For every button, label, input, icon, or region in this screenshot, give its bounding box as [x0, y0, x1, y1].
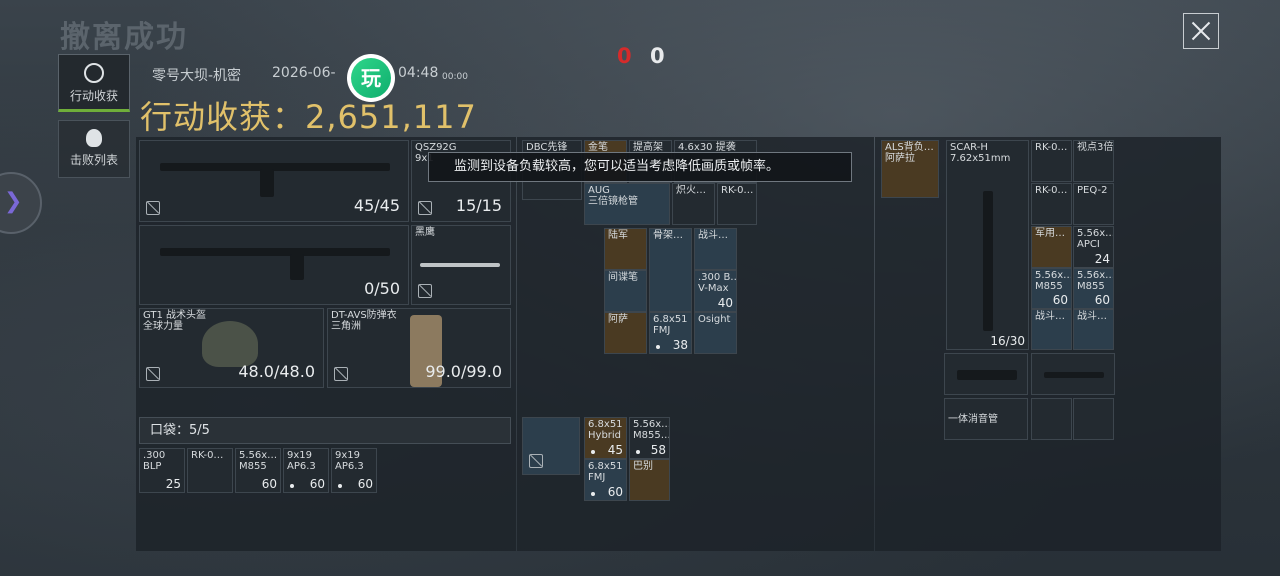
bag-item[interactable]: 5.56x… M855… 58 — [629, 417, 670, 459]
attachment-item[interactable]: 5.56x… APCI 24 — [1073, 226, 1114, 268]
attachment-item[interactable]: 5.56x… M855 60 — [1031, 268, 1072, 309]
chest-item[interactable]: 6.8x51 FMJ 38 — [649, 312, 692, 354]
attachment-item[interactable]: 战斗… — [1073, 309, 1114, 350]
chest-item[interactable]: 炽火… — [672, 183, 715, 225]
earnings-total: 行动收获：2,651,117 — [140, 98, 477, 136]
attachment-item[interactable]: PEQ-2 — [1073, 183, 1114, 225]
rail-item[interactable] — [1031, 353, 1115, 395]
helmet-slot[interactable]: GT1 战术头盔 全球力量 48.0/48.0 — [139, 308, 324, 388]
suppressor-item[interactable]: 一体消音管 — [944, 398, 1028, 440]
time-text: 04:48 — [398, 65, 439, 81]
pocket-item[interactable]: 9x19 AP6.3 60 — [283, 448, 329, 493]
close-button[interactable] — [1183, 13, 1219, 49]
tab-label: 击败列表 — [69, 153, 118, 167]
chest-item[interactable]: AUG 三倍镜枪管 — [584, 183, 670, 225]
duration-text: 00:00 — [442, 72, 468, 82]
melee-slot[interactable]: 黑鹰 — [411, 225, 511, 305]
chest-item[interactable]: .300 B… V-Max40 — [694, 270, 737, 312]
chest-item[interactable]: Osight — [694, 312, 737, 354]
backpack-slot[interactable]: ALS背负… 阿萨拉 — [881, 140, 939, 198]
secondary-weapon-slot[interactable]: 0/50 — [139, 225, 409, 305]
pocket-item[interactable]: .300 BLP 25 — [139, 448, 185, 493]
chevron-icon: ❯ — [4, 189, 23, 214]
chest-item[interactable]: 间谍笔 — [604, 270, 647, 312]
map-name: 零号大坝-机密 — [152, 68, 242, 84]
chest-item[interactable]: RK-0… — [717, 183, 757, 225]
pocket-header: 口袋：5/5 — [139, 417, 511, 444]
scar-h-slot[interactable]: SCAR-H 7.62x51mm 16/30 — [946, 140, 1029, 350]
attachment-item[interactable]: 5.56x… M855 60 — [1073, 268, 1114, 309]
lock-icon — [146, 367, 160, 381]
chest-item[interactable]: 陆军 — [604, 228, 647, 270]
magazine-item[interactable] — [944, 353, 1028, 395]
pocket-item[interactable]: 5.56x… M855 60 — [235, 448, 281, 493]
lock-icon — [146, 201, 160, 215]
lock-icon — [334, 367, 348, 381]
armor-slot[interactable]: DT-AVS防弹衣 三角洲 99.0/99.0 — [327, 308, 511, 388]
tab-label: 行动收获 — [69, 89, 118, 103]
rifle-image — [160, 163, 390, 171]
attachment-item[interactable]: 视点3倍 — [1073, 140, 1114, 182]
bag-item[interactable]: 巴别 — [629, 459, 670, 501]
primary-weapon-slot[interactable]: 45/45 — [139, 140, 409, 222]
tab-action-gains[interactable]: 行动收获 — [58, 54, 130, 112]
attachment-item[interactable]: 军用… — [1031, 226, 1072, 268]
chest-item[interactable]: 战斗… — [694, 228, 737, 270]
knife-image — [420, 263, 500, 267]
page-title: 撤离成功 — [60, 20, 188, 55]
attachment-item[interactable]: 战斗… — [1031, 309, 1072, 350]
helmet-image — [202, 321, 258, 367]
score-white: 0 — [650, 44, 665, 68]
target-icon — [84, 63, 104, 83]
rifle-image — [983, 191, 993, 331]
chest-item[interactable]: 阿萨 — [604, 312, 647, 354]
chest-item[interactable]: 骨架… — [649, 228, 692, 312]
lock-icon — [529, 454, 543, 468]
tab-kill-list[interactable]: 击败列表 — [58, 120, 130, 178]
score-red: 0 — [617, 44, 632, 68]
bag-item[interactable]: 6.8x51 FMJ 60 — [584, 459, 627, 501]
skull-icon — [86, 129, 102, 147]
lock-icon — [418, 201, 432, 215]
date-text: 2026-06- — [272, 65, 336, 81]
pocket-item[interactable]: 9x19 AP6.3 60 — [331, 448, 377, 493]
pocket-item[interactable]: RK-0… — [187, 448, 233, 493]
performance-notice: 监测到设备负载较高，您可以适当考虑降低画质或帧率。 — [428, 152, 852, 182]
attachment-item[interactable]: RK-0… — [1031, 183, 1072, 225]
attachment-item[interactable]: RK-0… — [1031, 140, 1072, 182]
bag-item[interactable]: 6.8x51 Hybrid 45 — [584, 417, 627, 459]
attachment-item[interactable] — [1031, 398, 1072, 440]
lock-icon — [418, 284, 432, 298]
bag-slot[interactable] — [522, 417, 580, 475]
rifle-image — [160, 248, 390, 256]
attachment-item[interactable] — [1073, 398, 1114, 440]
